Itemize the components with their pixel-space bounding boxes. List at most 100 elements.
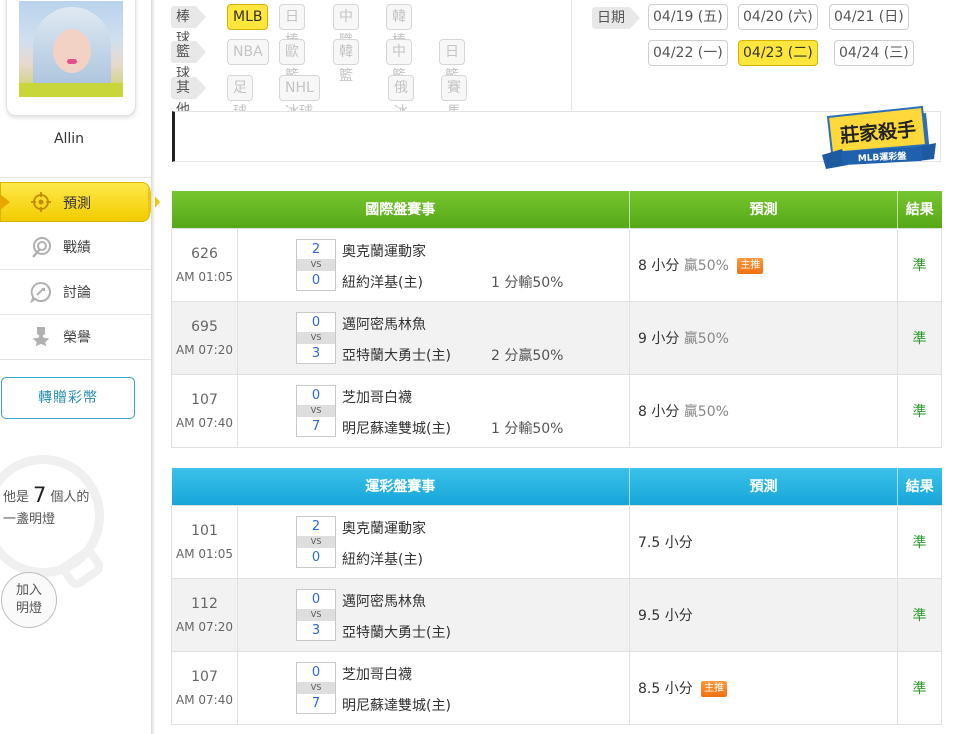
follower-count: 7: [33, 483, 47, 507]
date-0421[interactable]: 04/21 (日): [829, 4, 909, 30]
table-row: 112 AM 07:20 0 VS 3 邁阿密馬林魚 亞特蘭大勇士(主) 9.5…: [171, 577, 942, 652]
home-score: 0: [311, 272, 321, 288]
table-row: 626 AM 01:05 2 VS 0 奧克蘭運動家 紐約洋基(主) 1 分輸5…: [171, 227, 942, 302]
nav-item-honor[interactable]: 榮譽: [0, 315, 151, 360]
prediction-pick: 8 小分: [638, 257, 680, 274]
matchup-cell: 0 VS 3 邁阿密馬林魚 亞特蘭大勇士(主) 2 分贏50%: [237, 300, 630, 375]
home-team: 明尼蘇達雙城(主): [342, 697, 451, 714]
sidebar: Allin 預測 戰績 討論 榮譽 轉贈彩幣 他是 7 個人的 一盞明燈 加入 明燈: [0, 0, 160, 734]
date-picker: 日期 04/19 (五) 04/20 (六) 04/21 (日) 04/22 (…: [571, 0, 941, 110]
prediction-rate: 贏50%: [683, 403, 729, 420]
avatar[interactable]: [19, 1, 123, 97]
join-light-line2: 明燈: [15, 601, 42, 616]
league-china-basketball[interactable]: 中籃: [386, 39, 412, 84]
avatar-frame: [6, 0, 136, 116]
away-score: 0: [311, 591, 321, 607]
result-cell: 準: [897, 650, 942, 725]
score-box: 2 VS 0: [296, 238, 336, 291]
intl-odds-table: 國際盤賽事 預測 結果 626 AM 01:05 2 VS 0 奧克蘭運動家 紐…: [171, 191, 942, 448]
away-team: 邁阿密馬林魚: [342, 316, 426, 333]
score-box: 0 VS 7: [296, 661, 336, 714]
game-id: 107: [191, 668, 218, 685]
game-id: 695: [191, 318, 218, 335]
main-pick-badge: 主推: [737, 257, 764, 274]
join-light-button[interactable]: 加入 明燈: [1, 572, 57, 628]
result-cell: 準: [897, 504, 942, 579]
date-0419[interactable]: 04/19 (五): [648, 4, 728, 30]
home-team: 紐約洋基(主): [342, 551, 423, 568]
league-kbo[interactable]: 韓棒: [386, 4, 412, 49]
league-khl[interactable]: 俄冰: [388, 75, 414, 120]
away-score: 0: [311, 314, 321, 330]
vs-label: VS: [297, 331, 335, 344]
game-time: AM 01:05: [176, 546, 233, 561]
gift-coins-button[interactable]: 轉贈彩幣: [1, 377, 135, 419]
away-score: 2: [311, 241, 321, 257]
league-nba[interactable]: NBA: [227, 39, 269, 65]
prediction-cell: 8 小分 贏50% 主推: [629, 227, 898, 302]
game-id-cell: 107 AM 07:40: [171, 650, 238, 725]
sidebar-edge: [151, 0, 155, 734]
prediction-cell: 7.5 小分: [629, 504, 898, 579]
league-mlb[interactable]: MLB: [227, 4, 269, 30]
matchup-cell: 0 VS 3 邁阿密馬林魚 亞特蘭大勇士(主): [237, 577, 630, 652]
away-team: 奧克蘭運動家: [342, 243, 426, 260]
score-box: 2 VS 0: [296, 515, 336, 568]
prediction-rate: 贏50%: [683, 257, 729, 274]
league-japan-basketball[interactable]: 日籃: [439, 39, 465, 84]
home-score: 7: [311, 695, 321, 711]
away-score: 0: [311, 664, 321, 680]
away-score: 0: [311, 387, 321, 403]
game-id-cell: 112 AM 07:20: [171, 577, 238, 652]
away-score: 2: [311, 518, 321, 534]
date-0422[interactable]: 04/22 (一): [648, 40, 728, 66]
prediction-rate: 贏50%: [683, 330, 729, 347]
prediction-pick: 7.5 小分: [638, 534, 693, 551]
home-score: 0: [311, 549, 321, 565]
honor-medal-icon: [30, 326, 52, 348]
game-time: AM 07:20: [176, 342, 233, 357]
date-label: 日期: [592, 7, 640, 29]
matchup-cell: 2 VS 0 奧克蘭運動家 紐約洋基(主) 1 分輸50%: [237, 227, 630, 302]
header-prediction: 預測: [629, 191, 898, 228]
league-npb[interactable]: 日棒: [279, 4, 305, 49]
league-euro-basketball[interactable]: 歐籃: [279, 39, 305, 84]
spread-line: 1 分輸50%: [491, 420, 564, 437]
nav-item-predict[interactable]: 預測: [0, 182, 162, 222]
record-icon: [30, 236, 52, 258]
score-box: 0 VS 7: [296, 384, 336, 437]
nav-label-honor: 榮譽: [63, 330, 91, 346]
home-team: 明尼蘇達雙城(主): [342, 420, 451, 437]
date-0424[interactable]: 04/24 (三): [834, 40, 914, 66]
nav-label-predict: 預測: [63, 196, 91, 212]
league-horse-racing[interactable]: 賽馬: [441, 75, 467, 120]
league-nhl[interactable]: NHL冰球: [279, 75, 320, 120]
matchup-cell: 0 VS 7 芝加哥白襪 明尼蘇達雙城(主): [237, 650, 630, 725]
vs-label: VS: [297, 608, 335, 621]
sports-lottery-table: 運彩盤賽事 預測 結果 101 AM 01:05 2 VS 0 奧克蘭運動家 紐…: [171, 468, 942, 725]
category-baseball: 棒球: [171, 6, 206, 47]
vs-label: VS: [297, 258, 335, 271]
username: Allin: [53, 131, 85, 147]
home-team: 紐約洋基(主): [342, 274, 423, 291]
away-team: 奧克蘭運動家: [342, 520, 426, 537]
light-suffix: 個人的: [50, 490, 90, 505]
light-line2: 一盞明燈: [3, 512, 56, 527]
prediction-pick: 8.5 小分: [638, 680, 693, 697]
prediction-pick: 8 小分: [638, 403, 680, 420]
result-cell: 準: [897, 300, 942, 375]
header-result: 結果: [897, 468, 942, 505]
table-header: 國際盤賽事 預測 結果: [171, 191, 942, 228]
header-result: 結果: [897, 191, 942, 228]
date-0420[interactable]: 04/20 (六): [738, 4, 818, 30]
discussion-icon: [30, 281, 52, 304]
league-korea-basketball[interactable]: 韓籃: [333, 39, 359, 84]
home-team: 亞特蘭大勇士(主): [342, 347, 451, 364]
league-cpbl[interactable]: 中職: [333, 4, 359, 49]
nav-item-discussion[interactable]: 討論: [0, 270, 151, 315]
category-other: 其他: [171, 77, 206, 118]
nav-item-record[interactable]: 戰績: [0, 225, 151, 270]
league-soccer[interactable]: 足球: [227, 75, 253, 120]
prediction-cell: 9 小分 贏50%: [629, 300, 898, 375]
date-0423[interactable]: 04/23 (二): [738, 40, 818, 66]
